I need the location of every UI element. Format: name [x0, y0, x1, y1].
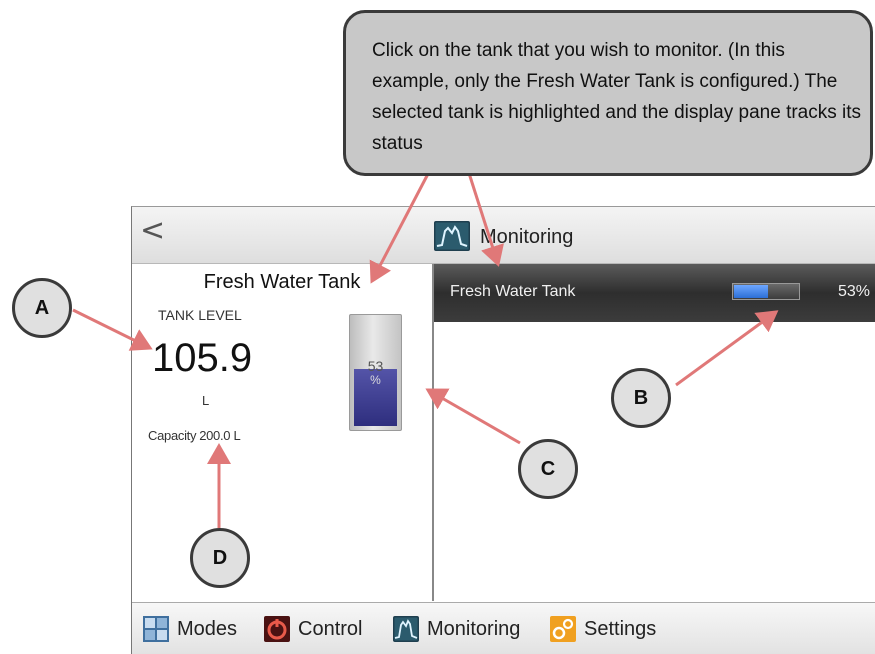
arrow-a [72, 308, 153, 351]
arrow-callout-detail [369, 169, 432, 284]
instruction-callout: Click on the tank that you wish to monit… [343, 10, 873, 176]
arrow-c [425, 388, 521, 445]
arrow-callout-list [466, 169, 504, 267]
marker-c: C [518, 439, 578, 499]
marker-a: A [12, 278, 72, 338]
instruction-callout-text: Click on the tank that you wish to monit… [372, 40, 862, 154]
arrow-b [675, 310, 779, 387]
marker-b: B [611, 368, 671, 428]
marker-d: D [190, 528, 250, 588]
